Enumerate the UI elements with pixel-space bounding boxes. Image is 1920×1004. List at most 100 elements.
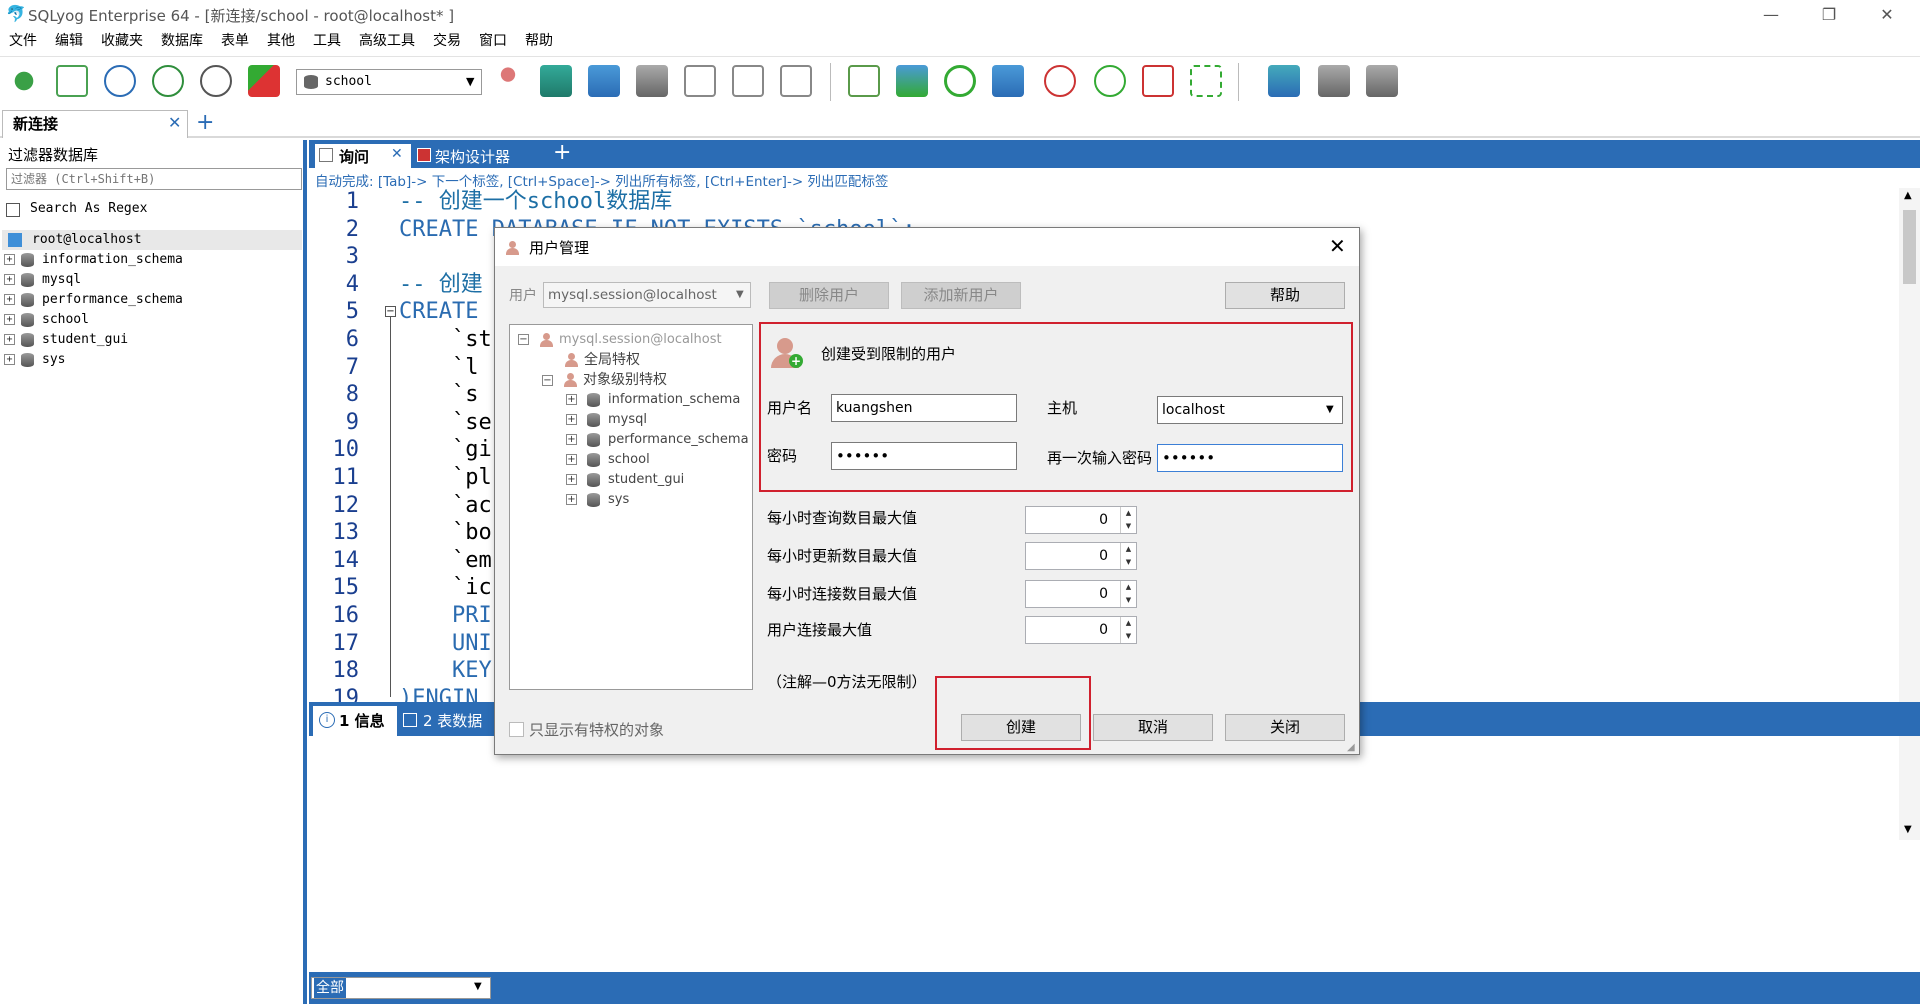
menu-favorites[interactable]: 收藏夹 bbox=[92, 30, 152, 52]
connect-icon[interactable] bbox=[8, 65, 40, 97]
close-tab-icon[interactable]: ✕ bbox=[168, 113, 181, 132]
create-button[interactable]: 创建 bbox=[961, 714, 1081, 741]
copy-db-icon[interactable] bbox=[992, 65, 1024, 97]
restore-button[interactable]: ❐ bbox=[1806, 2, 1852, 28]
tab-connection[interactable]: 新连接 bbox=[2, 110, 188, 138]
menu-tools[interactable]: 工具 bbox=[304, 30, 350, 52]
username-field[interactable]: kuangshen bbox=[831, 394, 1017, 422]
index-icon[interactable] bbox=[780, 65, 812, 97]
collapse-icon[interactable]: − bbox=[518, 334, 529, 345]
expand-icon[interactable]: + bbox=[4, 254, 15, 265]
tree-db-student-gui[interactable]: + student_gui bbox=[4, 330, 128, 350]
query-builder-icon[interactable] bbox=[1190, 65, 1222, 97]
spinner-arrows-icon[interactable]: ▲ ▼ bbox=[1120, 507, 1136, 533]
collapse-icon[interactable]: − bbox=[542, 374, 553, 386]
host-select[interactable]: localhost ▼ bbox=[1157, 396, 1343, 424]
scroll-up-icon[interactable]: ▲ bbox=[1904, 190, 1912, 201]
minimize-button[interactable]: — bbox=[1748, 2, 1794, 28]
cancel-button[interactable]: 取消 bbox=[1093, 714, 1213, 741]
close-window-button[interactable]: ✕ bbox=[1864, 2, 1910, 28]
user-manager-icon[interactable] bbox=[492, 65, 524, 97]
expand-icon[interactable]: + bbox=[566, 414, 577, 425]
refresh-icon[interactable] bbox=[944, 65, 976, 97]
add-query-tab-icon[interactable]: + bbox=[553, 140, 571, 165]
help-button[interactable]: 帮助 bbox=[1225, 282, 1345, 309]
max-user-connections-input[interactable]: 0 ▲ ▼ bbox=[1025, 616, 1137, 644]
expand-icon[interactable]: + bbox=[4, 314, 15, 325]
grid-icon[interactable] bbox=[732, 65, 764, 97]
migrate-icon[interactable] bbox=[1366, 65, 1398, 97]
import-icon[interactable] bbox=[896, 65, 928, 97]
tree-db-school[interactable]: + school bbox=[4, 310, 89, 330]
menu-window[interactable]: 窗口 bbox=[470, 30, 516, 52]
max-queries-input[interactable]: 0 ▲ ▼ bbox=[1025, 506, 1137, 534]
editor-scrollbar[interactable]: ▲ ▼ bbox=[1899, 188, 1920, 840]
expand-icon[interactable]: + bbox=[4, 274, 15, 285]
password-field[interactable]: •••••• bbox=[831, 442, 1017, 470]
add-user-button[interactable]: 添加新用户 bbox=[901, 282, 1021, 309]
expand-icon[interactable]: + bbox=[566, 394, 577, 405]
expand-icon[interactable]: + bbox=[566, 454, 577, 465]
regex-checkbox[interactable] bbox=[6, 203, 20, 217]
spinner-arrows-icon[interactable]: ▲ ▼ bbox=[1120, 617, 1136, 643]
tree-user[interactable]: − mysql.session@localhost bbox=[518, 331, 722, 349]
menu-help[interactable]: 帮助 bbox=[516, 30, 562, 52]
menu-transaction[interactable]: 交易 bbox=[424, 30, 470, 52]
scheduler-icon[interactable] bbox=[1044, 65, 1076, 97]
compare-icon[interactable] bbox=[1318, 65, 1350, 97]
backup-icon[interactable] bbox=[848, 65, 880, 97]
privilege-tree[interactable]: − mysql.session@localhost 全局特权 − 对象级别特权 + i… bbox=[509, 324, 753, 690]
tree-db-mysql[interactable]: + mysql bbox=[566, 411, 647, 429]
scroll-thumb[interactable] bbox=[1903, 210, 1916, 284]
expand-icon[interactable]: + bbox=[566, 494, 577, 505]
only-privileged-checkbox[interactable] bbox=[509, 722, 524, 737]
user-select[interactable]: mysql.session@localhost ▼ bbox=[543, 282, 751, 308]
new-query-icon[interactable] bbox=[56, 65, 88, 97]
menu-advanced-tools[interactable]: 高级工具 bbox=[350, 30, 424, 52]
tree-db-student-gui[interactable]: + student_gui bbox=[566, 471, 684, 489]
confirm-password-field[interactable]: •••••• bbox=[1157, 444, 1343, 472]
tab-schema-designer[interactable]: 架构设计器 bbox=[413, 144, 525, 166]
tree-db-performance-schema[interactable]: + performance_schema bbox=[4, 290, 183, 310]
tree-object-privileges[interactable]: − 对象级别特权 bbox=[542, 371, 667, 389]
database-select[interactable]: school bbox=[296, 69, 482, 95]
job-icon[interactable] bbox=[1094, 65, 1126, 97]
expand-icon[interactable]: + bbox=[566, 434, 577, 445]
create-table-icon[interactable] bbox=[588, 65, 620, 97]
tree-db-sys[interactable]: + sys bbox=[566, 491, 629, 509]
table-icon[interactable] bbox=[684, 65, 716, 97]
create-db-icon[interactable] bbox=[540, 65, 572, 97]
schema-sync-icon[interactable] bbox=[248, 65, 280, 97]
schema-designer-icon[interactable] bbox=[1142, 65, 1174, 97]
menu-database[interactable]: 数据库 bbox=[152, 30, 212, 52]
db-filter-input[interactable] bbox=[6, 168, 302, 190]
expand-icon[interactable]: + bbox=[566, 474, 577, 485]
menu-other[interactable]: 其他 bbox=[258, 30, 304, 52]
close-query-tab-icon[interactable]: ✕ bbox=[391, 146, 403, 162]
scroll-down-icon[interactable]: ▼ bbox=[1904, 824, 1912, 835]
tab-messages[interactable]: i 1 信息 bbox=[313, 706, 397, 736]
execute-edit-icon[interactable] bbox=[200, 65, 232, 97]
menu-table[interactable]: 表单 bbox=[212, 30, 258, 52]
tree-global-privileges[interactable]: 全局特权 bbox=[564, 351, 640, 369]
max-connections-input[interactable]: 0 ▲ ▼ bbox=[1025, 580, 1137, 608]
tree-db-mysql[interactable]: + mysql bbox=[4, 270, 81, 290]
spinner-arrows-icon[interactable]: ▲ ▼ bbox=[1120, 581, 1136, 607]
tree-db-sys[interactable]: + sys bbox=[4, 350, 65, 370]
fold-icon[interactable]: − bbox=[385, 306, 396, 317]
expand-icon[interactable]: + bbox=[4, 294, 15, 305]
close-button[interactable]: 关闭 bbox=[1225, 714, 1345, 741]
add-tab-icon[interactable]: + bbox=[196, 110, 214, 135]
tree-db-information-schema[interactable]: + information_schema bbox=[4, 250, 183, 270]
execute-icon[interactable] bbox=[104, 65, 136, 97]
db-icon[interactable] bbox=[636, 65, 668, 97]
resize-grip-icon[interactable]: ◢ bbox=[1347, 742, 1355, 753]
expand-icon[interactable]: + bbox=[4, 334, 15, 345]
max-updates-input[interactable]: 0 ▲ ▼ bbox=[1025, 542, 1137, 570]
sync-icon[interactable] bbox=[1268, 65, 1300, 97]
tab-query[interactable]: 询问 ✕ bbox=[315, 144, 411, 168]
spinner-arrows-icon[interactable]: ▲ ▼ bbox=[1120, 543, 1136, 569]
tree-db-performance-schema[interactable]: + performance_schema bbox=[566, 431, 749, 449]
dialog-close-icon[interactable]: ✕ bbox=[1329, 234, 1346, 258]
execute-all-icon[interactable] bbox=[152, 65, 184, 97]
